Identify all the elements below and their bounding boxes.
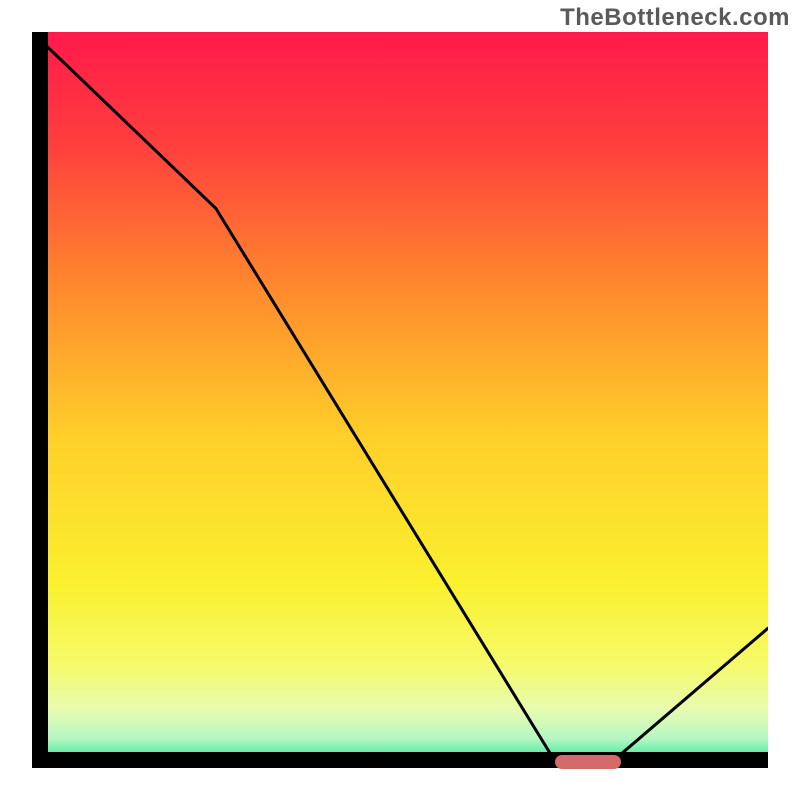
chart-area bbox=[32, 32, 768, 768]
watermark-label: TheBottleneck.com bbox=[560, 4, 790, 32]
gradient-background bbox=[32, 32, 768, 768]
optimal-range-marker bbox=[555, 755, 621, 769]
chart-container: TheBottleneck.com bbox=[0, 0, 800, 800]
